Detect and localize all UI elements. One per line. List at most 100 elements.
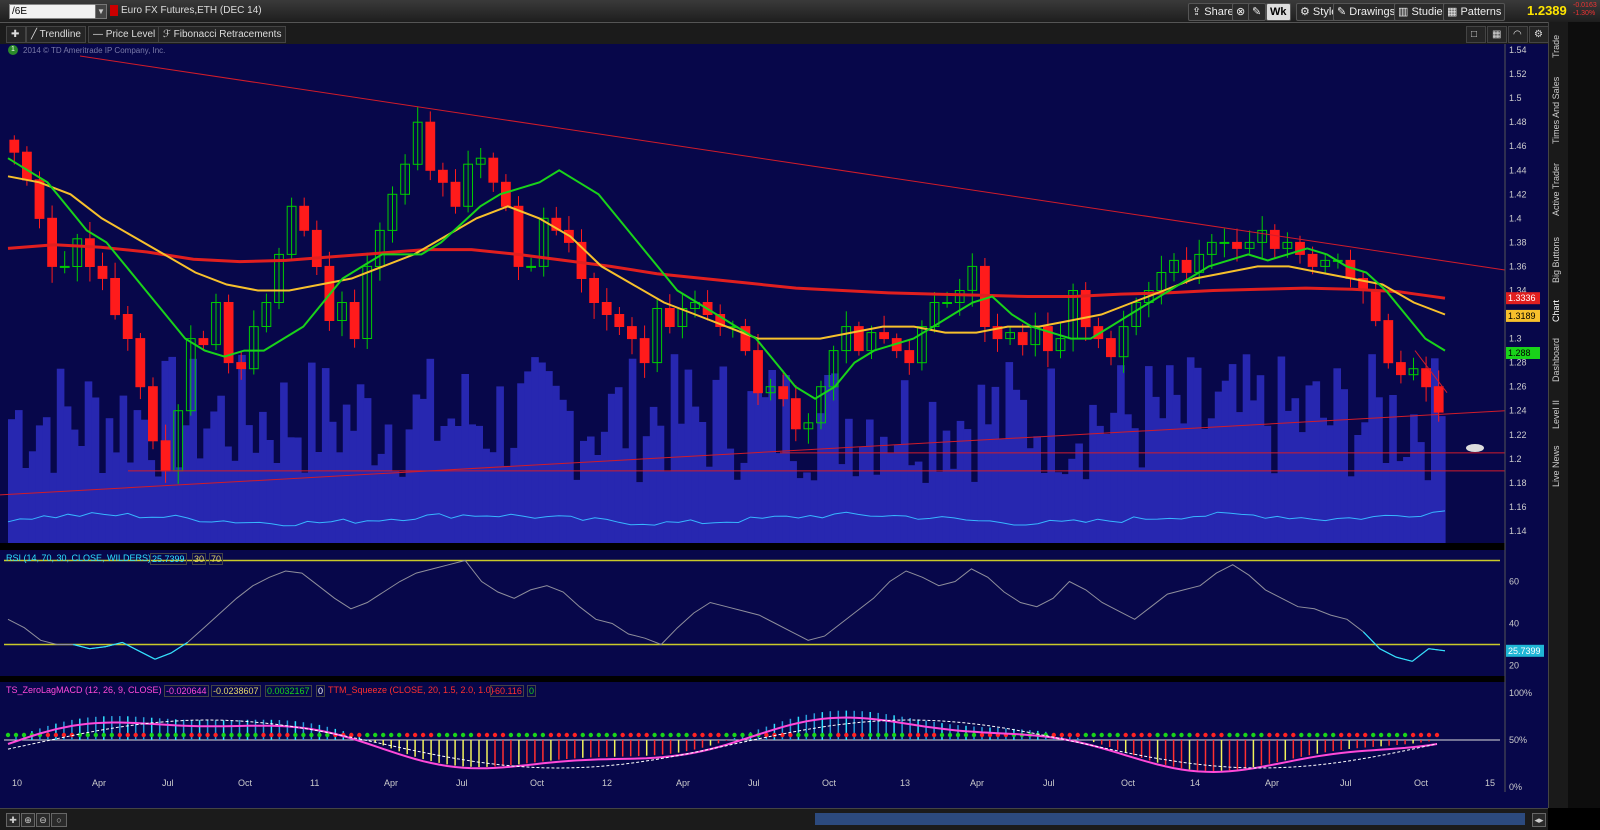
squeeze-dot (1171, 732, 1176, 738)
volume-bar (977, 384, 986, 543)
candle-body (299, 205, 310, 231)
tab-live-news[interactable]: Live News (1551, 438, 1567, 494)
tab-big-buttons[interactable]: Big Buttons (1551, 228, 1567, 292)
wifi-icon[interactable]: ◠ (1508, 26, 1528, 43)
squeeze-dot (1331, 732, 1336, 738)
tab-chart[interactable]: Chart (1551, 296, 1567, 326)
settings-gear-icon[interactable]: ⚙ (1529, 26, 1549, 43)
squeeze-dot (205, 732, 210, 738)
volume-bar (1200, 429, 1209, 543)
price-level-button[interactable]: — Price Level (88, 26, 161, 43)
volume-bar (775, 453, 783, 543)
volume-bar (1082, 479, 1090, 543)
zoom-out-icon[interactable]: ⊖ (36, 813, 50, 827)
squeeze-dot (452, 732, 458, 738)
last-price: 1.2389 (1527, 3, 1567, 18)
top-toolbar: /6E ▼ Euro FX Futures,ETH (DEC 14) ⇪ Sha… (0, 0, 1600, 23)
squeeze-dot (357, 732, 362, 738)
squeeze-dot (229, 732, 234, 738)
volume-bar (475, 425, 483, 543)
volume-bar (1096, 425, 1104, 543)
info-icon[interactable]: 1 (8, 45, 18, 55)
candle-body (1232, 241, 1242, 249)
price-tick-label: 1.54 (1509, 45, 1527, 55)
squeeze-dot (293, 732, 298, 738)
squeeze-dot (732, 732, 737, 738)
squeeze-dot (907, 732, 913, 738)
tab-level-ii[interactable]: Level II (1551, 394, 1567, 434)
price-tick-label: 1.3 (1509, 334, 1522, 344)
fibonacci-button[interactable]: ℱ Fibonacci Retracements (158, 26, 287, 43)
tab-active-trader[interactable]: Active Trader (1551, 154, 1567, 224)
price-tick-label: 1.16 (1509, 502, 1527, 512)
zoom-in-icon[interactable]: ⊕ (21, 813, 35, 827)
price-label: 1.3189 (1508, 311, 1536, 321)
squeeze-dot (1394, 732, 1400, 738)
candle-body (753, 350, 763, 394)
squeeze-dot (277, 732, 282, 738)
volume-bar (119, 395, 128, 543)
squeeze-dot (149, 732, 154, 738)
oval-icon[interactable]: ○ (51, 813, 67, 827)
squeeze-dot (1275, 732, 1280, 738)
symbol-input[interactable]: /6E (9, 4, 99, 19)
volume-bar (28, 451, 37, 543)
symbol-title: Euro FX Futures,ETH (DEC 14) (121, 5, 262, 16)
volume-bar (893, 444, 902, 543)
change-pct: -1.30% (1573, 10, 1596, 17)
volume-bar (1166, 365, 1174, 543)
volume-bar (914, 461, 923, 543)
grid-layout-icon[interactable]: ▦ (1487, 26, 1507, 43)
style-icon: ⚙ (1300, 6, 1313, 18)
squeeze-dot (1315, 732, 1320, 738)
tab-trade[interactable]: Trade (1551, 26, 1567, 66)
squeeze-dot (636, 732, 641, 738)
volume-bar (921, 482, 930, 543)
squeeze-dot (923, 732, 929, 738)
squeeze-dot (820, 732, 825, 738)
squeeze-dot (1139, 732, 1144, 738)
x-axis-label: 11 (310, 778, 319, 788)
volume-bar (740, 462, 749, 543)
x-axis-label: 12 (602, 778, 612, 788)
volume-bar (210, 411, 218, 543)
trendline-button[interactable]: ╱ Trendline (26, 26, 86, 43)
volume-bar (1312, 381, 1321, 543)
scroll-arrows-icon[interactable]: ◂▸ (1532, 813, 1546, 827)
volume-bar (907, 465, 916, 543)
period-button[interactable]: Wk (1266, 3, 1291, 21)
candle-body (450, 181, 461, 207)
candle-body (97, 265, 108, 279)
crosshair-icon[interactable]: ✚ (6, 813, 20, 827)
volume-bar (1270, 473, 1279, 543)
pin-icon[interactable]: ✚ (6, 26, 26, 43)
squeeze-dot (77, 732, 83, 738)
volume-bar (754, 392, 762, 543)
squeeze-dot (1227, 732, 1232, 738)
volume-bar (531, 357, 539, 543)
drawings-button[interactable]: ✎ Drawings (1333, 3, 1400, 21)
volume-bar (1068, 458, 1076, 543)
tab-times-and-sales[interactable]: Times And Sales (1551, 70, 1567, 150)
volume-bar (991, 386, 1000, 543)
tab-dashboard[interactable]: Dashboard (1551, 330, 1567, 390)
candle-body (879, 332, 890, 340)
symbol-badge-icon (110, 5, 118, 16)
volume-bar (1117, 365, 1125, 543)
volume-bar (510, 447, 518, 543)
candle-body (942, 302, 953, 304)
squeeze-dot (285, 732, 290, 738)
x-axis-label: Jul (456, 778, 468, 788)
share-button[interactable]: ⇪ Share (1188, 3, 1238, 21)
patterns-button[interactable]: ▦ Patterns (1443, 3, 1506, 21)
single-layout-icon[interactable]: □ (1466, 26, 1486, 43)
scrollbar-thumb[interactable] (815, 813, 1525, 825)
volume-bar (873, 474, 881, 543)
wrench-icon[interactable]: ✎ (1248, 3, 1266, 21)
volume-bar (810, 480, 818, 543)
candle-body (349, 302, 360, 340)
volume-bar (726, 448, 735, 543)
symbol-dropdown-icon[interactable]: ▼ (95, 4, 107, 19)
volume-bar (1054, 472, 1062, 543)
squeeze-dot (1386, 732, 1392, 738)
